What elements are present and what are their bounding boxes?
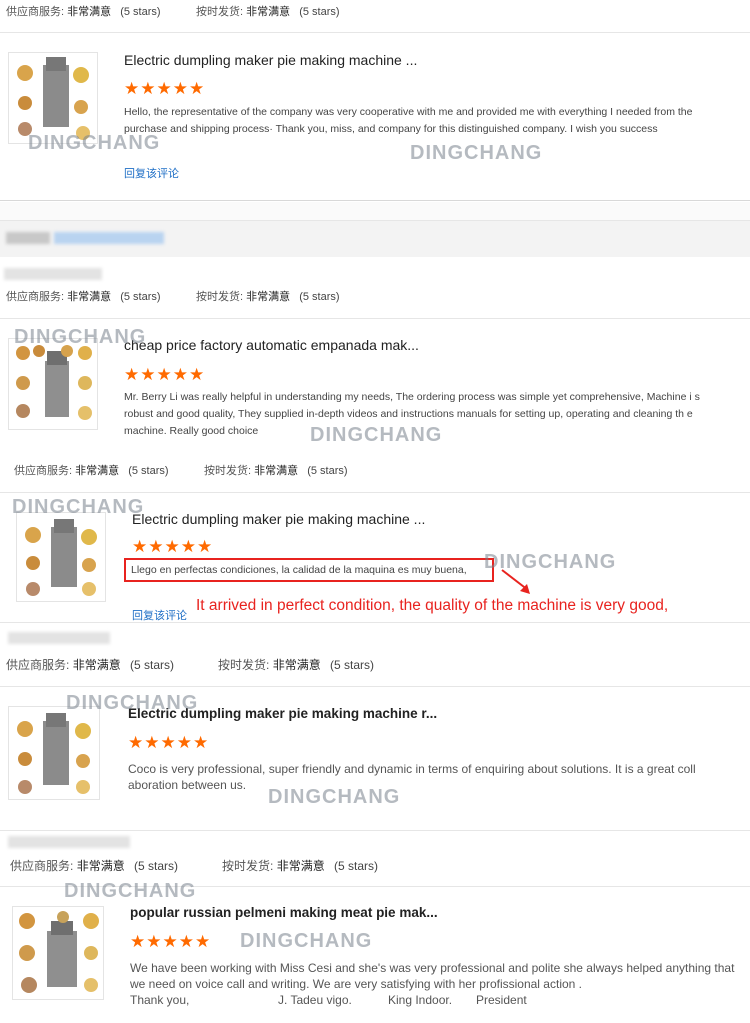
- review-text: Coco is very professional, super friendl…: [128, 762, 696, 792]
- signature-thanks: Thank you,: [130, 993, 190, 1007]
- watermark: DINGCHANG: [484, 551, 617, 573]
- rating-row-ship: 按时发货: 非常满意 (5 stars): [218, 658, 375, 672]
- product-thumbnail[interactable]: [8, 338, 98, 430]
- rating-row: 供应商服务: 非常满意 (5 stars): [14, 465, 169, 477]
- product-title-link[interactable]: popular russian pelmeni making meat pie …: [130, 905, 438, 920]
- signature-title: President: [476, 993, 527, 1007]
- redacted-buyer: [4, 268, 102, 280]
- divider: [0, 622, 750, 623]
- rating-row: 供应商服务: 非常满意 (5 stars): [6, 6, 161, 18]
- watermark: DINGCHANG: [310, 424, 443, 446]
- redacted-buyer: [8, 836, 130, 848]
- watermark: DINGCHANG: [240, 930, 373, 952]
- review-text: Llego en perfectas condiciones, la calid…: [131, 564, 467, 576]
- reply-link[interactable]: 回复该评论: [124, 165, 179, 181]
- star-rating: ★★★★★: [124, 365, 206, 384]
- divider: [0, 492, 750, 493]
- redacted-buyer: [8, 632, 110, 644]
- review-text: Hello, the representative of the company…: [124, 106, 693, 135]
- rating-row-ship: 按时发货: 非常满意 (5 stars): [222, 859, 379, 873]
- machine-image-icon: [17, 713, 91, 794]
- rating-row: 供应商服务: 非常满意 (5 stars): [6, 291, 161, 303]
- rating-row: 供应商服务: 非常满意 (5 stars): [6, 658, 175, 672]
- star-rating: ★★★★★: [132, 537, 214, 556]
- watermark: DINGCHANG: [66, 692, 199, 714]
- rating-row: 供应商服务: 非常满意 (5 stars): [10, 859, 179, 873]
- review-text: We have been working with Miss Cesi and …: [130, 961, 735, 991]
- watermark: DINGCHANG: [268, 786, 401, 808]
- redacted-link: [54, 232, 164, 244]
- watermark: DINGCHANG: [14, 326, 147, 348]
- product-title-link[interactable]: cheap price factory automatic empanada m…: [124, 337, 419, 353]
- redacted-name: [6, 232, 50, 244]
- translation-annotation: It arrived in perfect condition, the qua…: [196, 597, 669, 614]
- product-thumbnail[interactable]: [8, 706, 100, 800]
- divider: [0, 200, 750, 201]
- signature-company: King Indoor.: [388, 993, 453, 1007]
- machine-image-icon: [19, 911, 99, 993]
- star-rating: ★★★★★: [124, 79, 206, 98]
- divider: [0, 830, 750, 831]
- machine-image-icon: [16, 345, 92, 420]
- watermark: DINGCHANG: [28, 132, 161, 154]
- product-thumbnail[interactable]: [12, 906, 104, 1000]
- watermark: DINGCHANG: [64, 880, 197, 902]
- watermark: DINGCHANG: [410, 142, 543, 164]
- signature-name: J. Tadeu vigo.: [278, 993, 352, 1007]
- product-thumbnail[interactable]: [16, 512, 106, 602]
- divider: [0, 686, 750, 687]
- star-rating: ★★★★★: [130, 932, 212, 951]
- rating-row-ship: 按时发货: 非常满意 (5 stars): [204, 465, 348, 477]
- divider: [0, 32, 750, 33]
- reply-link[interactable]: 回复该评论: [132, 607, 187, 623]
- product-thumbnail[interactable]: [8, 52, 98, 144]
- product-title-link[interactable]: Electric dumpling maker pie making machi…: [124, 52, 417, 68]
- divider: [0, 318, 750, 319]
- watermark: DINGCHANG: [12, 496, 145, 518]
- machine-image-icon: [25, 519, 97, 596]
- rating-row-ship: 按时发货: 非常满意 (5 stars): [196, 291, 340, 303]
- rating-row-ship: 按时发货: 非常满意 (5 stars): [196, 6, 340, 18]
- star-rating: ★★★★★: [128, 733, 210, 752]
- section-gap: [0, 202, 750, 220]
- product-title-link[interactable]: Electric dumpling maker pie making machi…: [132, 511, 425, 527]
- machine-image-icon: [17, 57, 90, 140]
